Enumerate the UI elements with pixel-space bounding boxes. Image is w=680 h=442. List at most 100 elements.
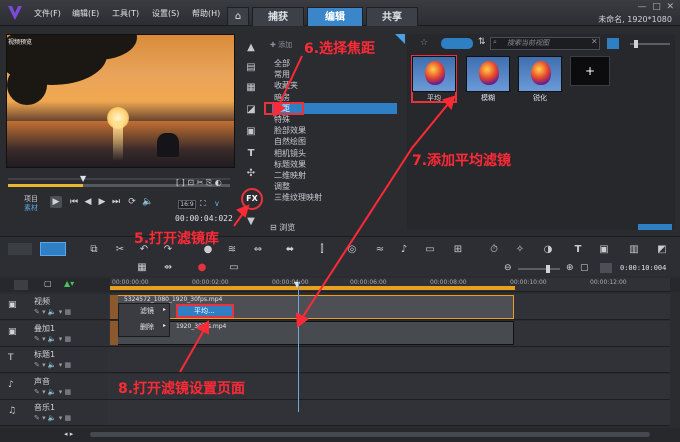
mask-icon[interactable]: ◎ — [346, 244, 358, 256]
tab-capture[interactable]: 捕获 — [252, 7, 304, 26]
lock-icon[interactable] — [600, 263, 612, 273]
storyboard-view-button[interactable] — [8, 243, 32, 255]
prev-frame-button[interactable]: ◀ — [82, 196, 94, 208]
filter-thumb-average[interactable] — [412, 56, 456, 92]
category-item[interactable]: 自然绘图 — [274, 136, 306, 147]
chevron-down-icon[interactable]: ∨ — [214, 199, 220, 208]
tab-share[interactable]: 共享 — [366, 7, 418, 26]
menu-edit[interactable]: 编辑(E) — [72, 8, 99, 19]
motion-icon[interactable]: ⬌ — [284, 244, 296, 256]
add-filter-tile[interactable]: + — [570, 56, 610, 86]
3d-title-icon[interactable]: T — [572, 244, 584, 256]
menu-help[interactable]: 帮助(H) — [192, 8, 220, 19]
track-lane[interactable] — [108, 347, 670, 373]
zoom-slider[interactable] — [518, 268, 560, 270]
track-header[interactable] — [0, 373, 108, 400]
subtitle-icon[interactable]: ▭ — [424, 244, 436, 256]
next-frame-button[interactable]: ▶ — [96, 196, 108, 208]
track-controls[interactable]: ✎ ▾ 🔈 ▾ ▦ — [34, 361, 71, 369]
chapter-icon[interactable]: ▭ — [228, 262, 240, 274]
stabilize-icon[interactable]: ⊞ — [452, 244, 464, 256]
browse-button[interactable]: ⊟ 浏览 — [270, 222, 295, 233]
arrow-down-icon[interactable]: ▼ — [243, 214, 259, 230]
filter-fx-button[interactable]: FX — [241, 188, 263, 210]
title-icon[interactable]: T — [243, 146, 259, 162]
track-manager-button[interactable] — [14, 280, 28, 290]
category-item[interactable]: 收藏夹 — [274, 80, 298, 91]
window-controls[interactable]: — □ ✕ — [638, 2, 675, 12]
path-icon[interactable]: ✣ — [243, 166, 259, 182]
instant-project-icon[interactable]: ▦ — [243, 80, 259, 96]
more-icon[interactable]: ◩ — [656, 244, 668, 256]
start-button[interactable]: ⏮ — [68, 196, 80, 208]
timeline-view-button[interactable] — [40, 242, 66, 256]
track-controls[interactable]: ✎ ▾ 🔈 ▾ ▦ — [34, 388, 71, 396]
menu-file[interactable]: 文件(F) — [34, 8, 61, 19]
clip-mode-label[interactable]: 素材 — [24, 203, 38, 213]
panel-view-icons[interactable] — [638, 224, 672, 230]
zoom-handle[interactable] — [546, 265, 550, 273]
filter-thumb-blur[interactable] — [466, 56, 510, 92]
thumb-size-handle[interactable] — [634, 40, 638, 48]
scrub-handle[interactable]: ▼ — [80, 174, 86, 183]
category-item[interactable]: 标题效果 — [274, 159, 306, 170]
wave-icon[interactable]: ≈ — [374, 244, 386, 256]
aspect-button[interactable]: 16:9 — [178, 200, 196, 209]
media-icon[interactable]: ▤ — [243, 60, 259, 76]
track-lane[interactable] — [108, 400, 670, 426]
split-icon[interactable]: ⫿ — [316, 244, 328, 256]
filter-thumb-sharpen[interactable] — [518, 56, 562, 92]
multitrack-icon[interactable]: ⧉ — [88, 244, 100, 256]
submenu-item-average[interactable]: 平均... — [194, 306, 215, 316]
sort-icon[interactable]: ⇅ — [478, 37, 486, 47]
category-item[interactable]: 特殊 — [274, 114, 290, 125]
play-button[interactable]: ▶ — [50, 196, 62, 208]
context-item-delete[interactable]: 删除 — [140, 322, 154, 332]
repeat-button[interactable]: ⟳ — [126, 196, 138, 208]
timecode-display[interactable]: 00:00:04:022 — [175, 214, 233, 223]
view-toggle[interactable] — [441, 38, 473, 49]
snapshot-icon[interactable]: ▦ — [136, 262, 148, 274]
search-input[interactable]: 搜索当前视图 — [490, 37, 600, 50]
time-remap-icon[interactable]: ⏱ — [488, 244, 500, 256]
color-icon[interactable]: ◑ — [542, 244, 554, 256]
clear-search-icon[interactable]: ✕ — [591, 37, 598, 46]
add-track-icon[interactable]: ▢ — [44, 279, 52, 288]
grid-view-icon[interactable] — [607, 38, 619, 49]
work-area-bar[interactable] — [110, 286, 515, 290]
audio-icon[interactable]: ♪ — [398, 244, 410, 256]
add-category-button[interactable]: ✚ 添加 — [270, 40, 292, 50]
menu-settings[interactable]: 设置(S) — [152, 8, 179, 19]
tracking-icon[interactable]: ✧ — [514, 244, 526, 256]
track-controls[interactable]: ✎ ▾ 🔈 ▾ ▦ — [34, 414, 71, 422]
mixer-icon[interactable]: ≋ — [226, 244, 238, 256]
volume-button[interactable]: 🔈 — [142, 196, 154, 208]
split-screen-icon[interactable]: ▥ — [628, 244, 640, 256]
category-item[interactable]: 调整 — [274, 181, 290, 192]
zoom-out-icon[interactable]: ⊖ — [504, 263, 512, 273]
cam-icon[interactable]: ▣ — [598, 244, 610, 256]
category-item[interactable]: 脸部效果 — [274, 125, 306, 136]
arrow-up-icon[interactable]: ▲ — [243, 40, 259, 56]
fit-project-icon[interactable]: ▢ — [580, 263, 589, 273]
zoom-in-icon[interactable]: ⊕ — [566, 263, 574, 273]
scissors-icon[interactable]: ✂ — [114, 244, 126, 256]
menu-tools[interactable]: 工具(T) — [112, 8, 139, 19]
favorite-add-icon[interactable]: ☆ — [420, 38, 428, 48]
track-controls[interactable]: ✎ ▾ 🔈 ▾ ▦ — [34, 308, 71, 316]
overlay-clip[interactable] — [110, 321, 514, 345]
category-item[interactable]: 常用 — [274, 69, 290, 80]
context-item-filter[interactable]: 滤镜 — [140, 306, 154, 316]
category-item[interactable]: 二维映射 — [274, 170, 306, 181]
category-item[interactable]: 全部 — [274, 58, 290, 69]
category-item[interactable]: 三维纹理映射 — [274, 192, 322, 203]
record-voice-icon[interactable]: ● — [196, 262, 208, 274]
fit-icon[interactable]: ⛶ — [200, 199, 206, 209]
home-button[interactable]: ⌂ — [227, 7, 249, 26]
end-button[interactable]: ⏭ — [110, 196, 122, 208]
scroll-arrows[interactable]: ◂ ▸ — [64, 430, 73, 438]
track-controls[interactable]: ✎ ▾ 🔈 ▾ ▦ — [34, 335, 71, 343]
fit-width-icon[interactable]: ⇔ — [252, 244, 264, 256]
category-item[interactable]: 相机镜头 — [274, 148, 306, 159]
tab-edit[interactable]: 编辑 — [307, 7, 363, 26]
